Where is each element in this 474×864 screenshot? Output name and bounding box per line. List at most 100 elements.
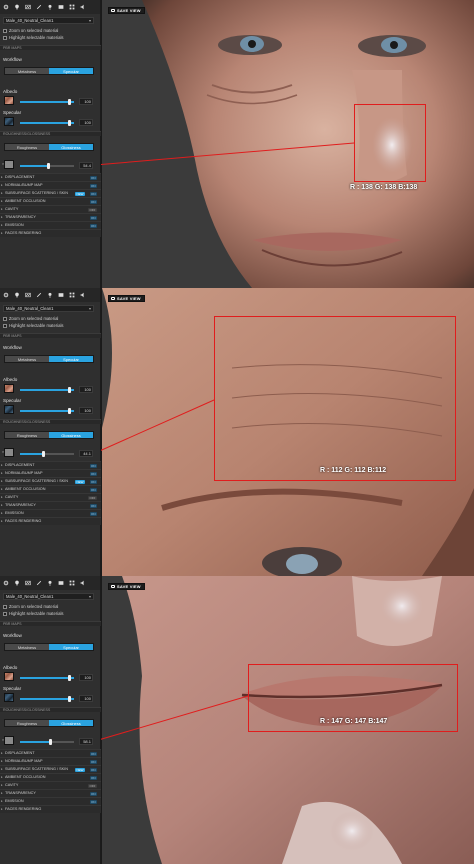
- row-displacement[interactable]: ▸ DISPLACEMENT ON: [0, 461, 101, 469]
- zoom-checkbox[interactable]: Zoom on selected material: [3, 316, 58, 321]
- albedo-texture-thumb[interactable]: [4, 96, 14, 105]
- film-icon[interactable]: [58, 4, 64, 10]
- albedo-slider[interactable]: [20, 387, 74, 393]
- pbr-maps-header[interactable]: PBR MAPS: [0, 45, 101, 50]
- highlight-checkbox[interactable]: Highlight selectable materials: [3, 35, 63, 40]
- toggle-badge[interactable]: ON: [89, 479, 97, 484]
- image-icon[interactable]: [25, 292, 31, 298]
- sound-icon[interactable]: [80, 580, 86, 586]
- specular-texture-thumb[interactable]: [4, 117, 14, 126]
- wand-icon[interactable]: [36, 4, 42, 10]
- slider-knob[interactable]: [68, 408, 71, 414]
- toggle-badge[interactable]: ON: [89, 183, 97, 188]
- bulb-icon[interactable]: [14, 580, 20, 586]
- albedo-value[interactable]: 100: [79, 674, 93, 681]
- toggle-badge[interactable]: OFF: [88, 207, 97, 212]
- toggle-badge[interactable]: ON: [89, 759, 97, 764]
- gloss-slider[interactable]: [20, 739, 74, 745]
- viewport-3d[interactable]: SAVE VIEW R : 112 G: 112 B:112: [102, 288, 474, 576]
- albedo-value[interactable]: 100: [79, 386, 93, 393]
- row-subsurface[interactable]: ▸ SUBSURFACE SCATTERING / SKIN NEW ON: [0, 765, 101, 773]
- pbr-maps-header[interactable]: PBR MAPS: [0, 621, 101, 626]
- albedo-slider[interactable]: [20, 99, 74, 105]
- specular-value[interactable]: 100: [79, 119, 93, 126]
- rough-option-roughness[interactable]: Roughness: [5, 144, 49, 150]
- row-normal-bump[interactable]: ▸ NORMAL/BUMP MAP ON: [0, 469, 101, 477]
- roughness-header[interactable]: ROUGHNESS/GLOSSINESS: [0, 707, 101, 712]
- zoom-checkbox[interactable]: Zoom on selected material: [3, 604, 58, 609]
- workflow-specular[interactable]: Specular: [49, 68, 93, 74]
- row-ambient-occlusion[interactable]: ▸ AMBIENT OCCLUSION ON: [0, 485, 101, 493]
- workflow-specular[interactable]: Specular: [49, 356, 93, 362]
- material-dropdown[interactable]: Male_40_Neutral_Clean1 ▾: [3, 17, 94, 24]
- albedo-texture-thumb[interactable]: [4, 672, 14, 681]
- roughness-header[interactable]: ROUGHNESS/GLOSSINESS: [0, 131, 101, 136]
- material-dropdown[interactable]: Male_40_Neutral_Clean1 ▾: [3, 305, 94, 312]
- sound-icon[interactable]: [80, 292, 86, 298]
- save-view-button[interactable]: SAVE VIEW: [108, 295, 145, 302]
- toggle-badge[interactable]: ON: [89, 175, 97, 180]
- rough-option-roughness[interactable]: Roughness: [5, 432, 49, 438]
- row-displacement[interactable]: ▸ DISPLACEMENT ON: [0, 749, 101, 757]
- slider-knob[interactable]: [68, 99, 71, 105]
- specular-value[interactable]: 100: [79, 695, 93, 702]
- gloss-value[interactable]: 58.1: [79, 738, 93, 745]
- row-emission[interactable]: ▸ EMISSION ON: [0, 221, 101, 229]
- grid-icon[interactable]: [69, 580, 75, 586]
- film-icon[interactable]: [58, 580, 64, 586]
- toggle-badge[interactable]: ON: [89, 463, 97, 468]
- workflow-metalness[interactable]: Metalness: [5, 356, 49, 362]
- workflow-toggle[interactable]: Metalness Specular: [4, 67, 94, 75]
- rough-option-glossiness[interactable]: Glossiness: [49, 144, 93, 150]
- toggle-badge[interactable]: ON: [89, 511, 97, 516]
- zoom-checkbox[interactable]: Zoom on selected material: [3, 28, 58, 33]
- toggle-badge[interactable]: ON: [89, 791, 97, 796]
- toggle-badge[interactable]: ON: [89, 751, 97, 756]
- gloss-value[interactable]: 44.1: [79, 450, 93, 457]
- specular-texture-thumb[interactable]: [4, 693, 14, 702]
- save-view-button[interactable]: SAVE VIEW: [108, 583, 145, 590]
- wand-icon[interactable]: [36, 292, 42, 298]
- workflow-toggle[interactable]: Metalness Specular: [4, 643, 94, 651]
- workflow-specular[interactable]: Specular: [49, 644, 93, 650]
- slider-knob[interactable]: [68, 120, 71, 126]
- gloss-texture-thumb[interactable]: ×: [2, 160, 14, 169]
- row-transparency[interactable]: ▸ TRANSPARENCY ON: [0, 213, 101, 221]
- viewport-3d[interactable]: SAVE VIEW R : 147 G: 147 B:147: [102, 576, 474, 864]
- film-icon[interactable]: [58, 292, 64, 298]
- workflow-metalness[interactable]: Metalness: [5, 68, 49, 74]
- image-icon[interactable]: [25, 580, 31, 586]
- gloss-texture-thumb[interactable]: ×: [2, 736, 14, 745]
- grid-icon[interactable]: [69, 292, 75, 298]
- slider-knob[interactable]: [47, 163, 50, 169]
- specular-texture-thumb[interactable]: [4, 405, 14, 414]
- bulb-icon[interactable]: [14, 292, 20, 298]
- roughness-toggle[interactable]: Roughness Glossiness: [4, 431, 94, 439]
- pin-icon[interactable]: [47, 292, 53, 298]
- row-emission[interactable]: ▸ EMISSION ON: [0, 509, 101, 517]
- toggle-badge[interactable]: OFF: [88, 783, 97, 788]
- remove-icon[interactable]: ×: [2, 450, 4, 454]
- row-normal-bump[interactable]: ▸ NORMAL/BUMP MAP ON: [0, 757, 101, 765]
- slider-knob[interactable]: [42, 451, 45, 457]
- highlight-checkbox[interactable]: Highlight selectable materials: [3, 323, 63, 328]
- row-ambient-occlusion[interactable]: ▸ AMBIENT OCCLUSION ON: [0, 197, 101, 205]
- roughness-header[interactable]: ROUGHNESS/GLOSSINESS: [0, 419, 101, 424]
- highlight-checkbox[interactable]: Highlight selectable materials: [3, 611, 63, 616]
- row-cavity[interactable]: ▸ CAVITY OFF: [0, 781, 101, 789]
- pbr-maps-header[interactable]: PBR MAPS: [0, 333, 101, 338]
- pin-icon[interactable]: [47, 4, 53, 10]
- rough-option-roughness[interactable]: Roughness: [5, 720, 49, 726]
- specular-slider[interactable]: [20, 696, 74, 702]
- gloss-slider[interactable]: [20, 163, 74, 169]
- row-faces-rendering[interactable]: ▸ FACES RENDERING: [0, 517, 101, 525]
- toggle-badge[interactable]: ON: [89, 471, 97, 476]
- gloss-value[interactable]: 54.4: [79, 162, 93, 169]
- gear-icon[interactable]: [3, 580, 9, 586]
- gloss-texture-thumb[interactable]: ×: [2, 448, 14, 457]
- slider-knob[interactable]: [68, 387, 71, 393]
- row-subsurface[interactable]: ▸ SUBSURFACE SCATTERING / SKIN NEW ON: [0, 189, 101, 197]
- pin-icon[interactable]: [47, 580, 53, 586]
- toggle-badge[interactable]: ON: [89, 775, 97, 780]
- remove-icon[interactable]: ×: [2, 738, 4, 742]
